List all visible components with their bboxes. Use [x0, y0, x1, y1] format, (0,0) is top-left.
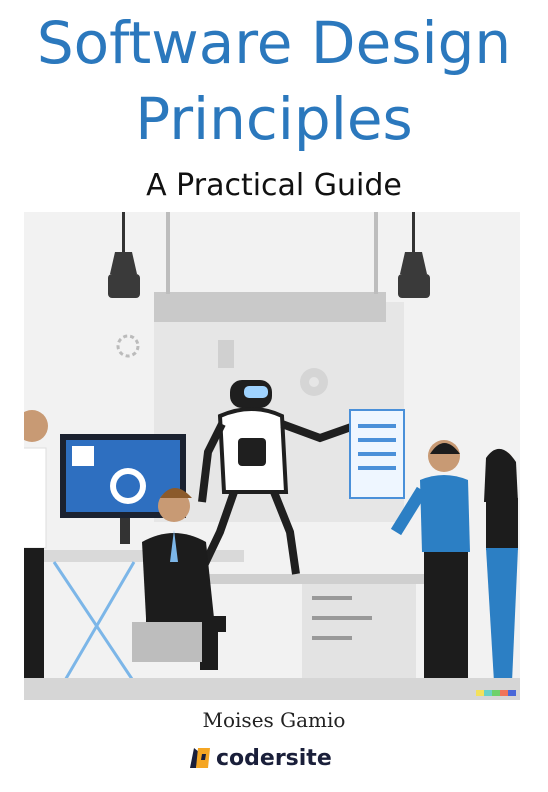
cover-illustration	[24, 212, 520, 700]
publisher-logo: codersite	[190, 744, 332, 772]
author-name: Moises Gamio	[202, 708, 346, 732]
codersite-logo-icon	[190, 748, 210, 768]
gear-icon	[300, 368, 328, 396]
book-title-line-2: Principles	[135, 85, 413, 153]
document-icon	[349, 409, 405, 499]
book-title-line-1: Software Design	[36, 9, 512, 77]
publisher-name: codersite	[216, 745, 332, 771]
book-subtitle: A Practical Guide	[146, 168, 402, 203]
